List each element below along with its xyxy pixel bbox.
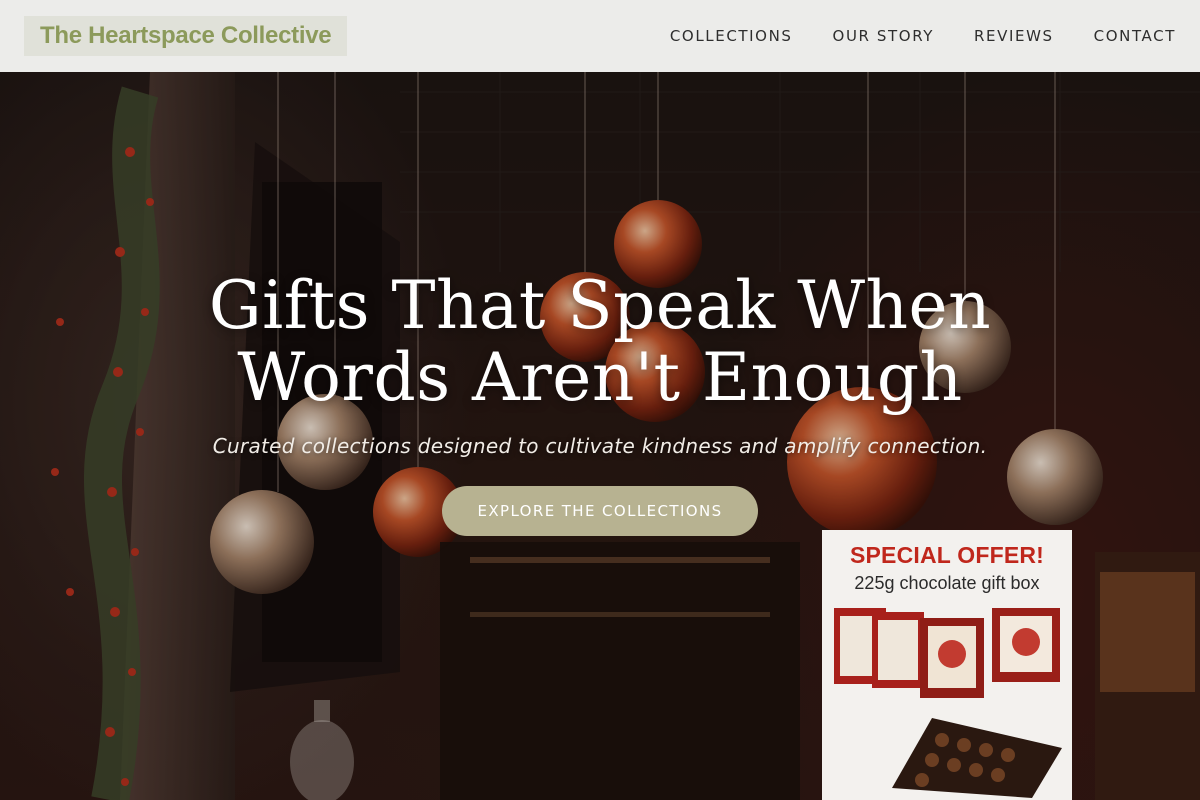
hero-content: Gifts That Speak When Words Aren't Enoug… [0,270,1200,536]
hero-title-line-2: Words Aren't Enough [237,339,963,416]
nav-link-contact[interactable]: CONTACT [1094,27,1176,45]
promo-sign-title: SPECIAL OFFER! [849,542,1045,568]
promo-sign-subtitle: 225g chocolate gift box [854,573,1040,593]
hero-subtitle: Curated collections designed to cultivat… [212,434,988,458]
hero-title-line-1: Gifts That Speak When [208,267,992,344]
site-header: The Heartspace Collective COLLECTIONS OU… [0,0,1200,72]
hero-section: SPECIAL OFFER! 225g chocolate gift box G… [0,72,1200,800]
promo-sign: SPECIAL OFFER! 225g chocolate gift box [822,530,1072,800]
nav-link-our-story[interactable]: OUR STORY [833,27,935,45]
site-logo[interactable]: The Heartspace Collective [24,16,348,56]
nav-link-collections[interactable]: COLLECTIONS [670,27,793,45]
chocolate-box-image [834,608,1062,798]
explore-collections-button[interactable]: EXPLORE THE COLLECTIONS [442,486,758,536]
nav-link-reviews[interactable]: REVIEWS [974,27,1054,45]
main-nav: COLLECTIONS OUR STORY REVIEWS CONTACT [630,0,1176,72]
hero-title: Gifts That Speak When Words Aren't Enoug… [0,270,1200,414]
